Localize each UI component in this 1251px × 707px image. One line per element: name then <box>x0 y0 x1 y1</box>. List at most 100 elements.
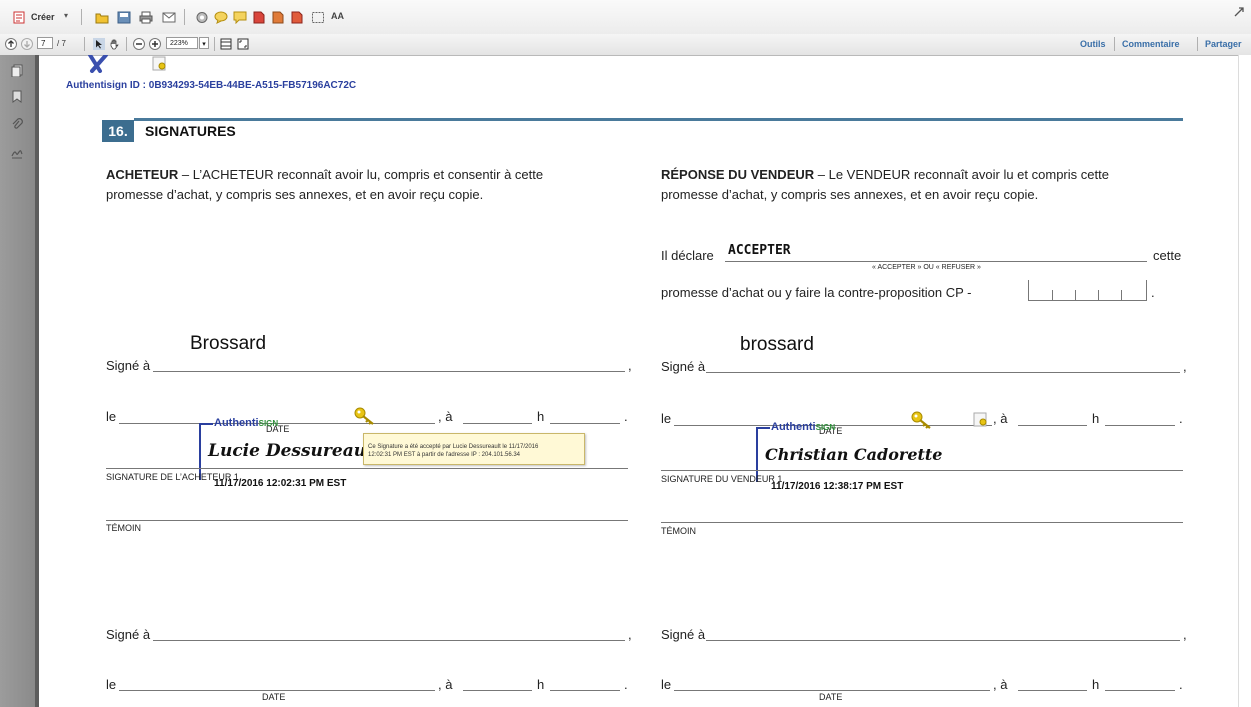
zoom-out-icon[interactable] <box>133 38 145 50</box>
date-caption: DATE <box>819 692 843 702</box>
key-icon[interactable] <box>353 406 377 426</box>
page-number-input[interactable]: 7 <box>37 37 53 49</box>
seller-text-1: – Le VENDEUR reconnaît avoir lu et compr… <box>814 167 1109 182</box>
declare-suffix: cette <box>1153 248 1182 263</box>
minute-line <box>550 423 620 424</box>
seller-signature[interactable]: Christian Cadorette <box>765 445 942 464</box>
period: . <box>1179 411 1183 426</box>
pdf3-icon[interactable] <box>290 11 304 24</box>
zoom-input[interactable]: 223% <box>166 37 198 49</box>
chevron-down-icon[interactable]: ▾ <box>64 11 68 20</box>
key-icon[interactable] <box>910 410 934 430</box>
zoom-in-icon[interactable] <box>149 38 161 50</box>
signed-at-line <box>706 372 1180 373</box>
signed-at-label: Signé à <box>106 358 151 373</box>
seller-signature-label: SIGNATURE DU VENDEUR 1 <box>661 474 783 484</box>
period: . <box>624 677 628 692</box>
auth-bracket-top <box>199 423 213 425</box>
comment2-icon[interactable] <box>233 11 247 24</box>
hand-tool-icon[interactable] <box>109 38 121 50</box>
main-toolbar: Créer ▾ AA <box>0 0 1251 35</box>
expand-icon[interactable] <box>1233 6 1245 18</box>
select-tool-icon[interactable] <box>93 38 105 50</box>
settings-icon[interactable] <box>195 11 209 24</box>
attachment-icon[interactable] <box>11 118 23 131</box>
select-icon[interactable] <box>311 11 325 24</box>
cp-tick <box>1098 290 1099 300</box>
comma: , <box>1183 359 1187 374</box>
seller-text-2: promesse d’achat, y compris ses annexes,… <box>661 187 1039 202</box>
create-button[interactable]: Créer <box>31 12 55 22</box>
signed-at-line <box>153 371 625 372</box>
pdf2-icon[interactable] <box>271 11 285 24</box>
comment-icon[interactable] <box>214 11 228 24</box>
buyer-city-field[interactable]: Brossard <box>190 333 266 355</box>
seller-city-field[interactable]: brossard <box>740 334 814 356</box>
save-icon[interactable] <box>117 11 131 24</box>
buyer-signature[interactable]: Lucie Dessureault <box>208 441 380 461</box>
page-down-icon[interactable] <box>21 38 33 50</box>
fit-page-icon[interactable] <box>220 38 232 50</box>
section-number: 16. <box>102 120 134 142</box>
email-icon[interactable] <box>162 11 176 24</box>
document-status-icon[interactable] <box>152 56 167 71</box>
hour-label: h <box>537 677 545 692</box>
date-line <box>674 690 990 691</box>
signed-at-line <box>153 640 625 641</box>
hour-line <box>463 423 532 424</box>
print-icon[interactable] <box>139 11 153 24</box>
create-icon[interactable] <box>13 11 27 24</box>
date-le-label: le <box>661 411 672 426</box>
toolbar-divider <box>214 37 215 51</box>
text-size-icon[interactable]: AA <box>331 11 344 21</box>
open-icon[interactable] <box>95 11 109 24</box>
auth-blue-text: Authenti <box>771 421 816 433</box>
auth-green-text: SIGN <box>258 419 279 428</box>
authentisign-logo: AuthentiSIGN <box>771 421 835 433</box>
cp-number-field[interactable] <box>1028 280 1147 301</box>
declare-label: Il déclare <box>661 248 714 263</box>
buyer-heading: ACHETEUR <box>106 167 179 182</box>
signed-at-label: Signé à <box>661 627 706 642</box>
signature-line <box>661 470 1183 471</box>
signed-at-label: Signé à <box>661 359 706 374</box>
comment-link[interactable]: Commentaire <box>1122 39 1180 49</box>
pane-splitter[interactable] <box>35 55 39 707</box>
auth-bracket-top <box>756 427 770 429</box>
cp-period: . <box>1151 285 1155 300</box>
buyer-paragraph-line1: ACHETEUR – L’ACHETEUR reconnaît avoir lu… <box>106 167 543 182</box>
tools-link[interactable]: Outils <box>1080 39 1106 49</box>
seller-signature-timestamp: 11/17/2016 12:38:17 PM EST <box>771 481 904 492</box>
buyer-text-2: promesse d’achat, y compris ses annexes,… <box>106 187 484 202</box>
full-screen-icon[interactable] <box>237 38 249 50</box>
pages-icon[interactable] <box>11 64 23 77</box>
zoom-dropdown[interactable]: ▾ <box>199 37 209 49</box>
signature-line <box>106 468 628 469</box>
share-link[interactable]: Partager <box>1205 39 1242 49</box>
navigation-toolbar: 7 / 7 223% ▾ Outils Commentaire Partager <box>0 34 1251 56</box>
section-title: SIGNATURES <box>145 123 236 139</box>
hour-label: h <box>1092 677 1100 692</box>
bookmarks-icon[interactable] <box>11 90 23 103</box>
at-label: , à <box>993 411 1008 426</box>
page-up-icon[interactable] <box>5 38 17 50</box>
hour-line <box>1018 425 1087 426</box>
witness-label: TÉMOIN <box>106 523 141 533</box>
toolbar-divider <box>126 37 127 51</box>
buyer-text-1: – L’ACHETEUR reconnaît avoir lu, compris… <box>178 167 544 182</box>
right-margin <box>1238 55 1251 707</box>
witness-line <box>661 522 1183 523</box>
signatures-icon[interactable] <box>11 147 23 160</box>
cp-tick <box>1075 290 1076 300</box>
period: . <box>1179 677 1183 692</box>
pdf-icon[interactable] <box>252 11 266 24</box>
hour-line <box>1018 690 1087 691</box>
auth-blue-text: Authenti <box>214 417 259 429</box>
declare-field[interactable]: ACCEPTER <box>728 243 791 258</box>
document-status-icon[interactable] <box>973 412 988 427</box>
date-line <box>119 690 435 691</box>
comma: , <box>628 358 632 373</box>
period: . <box>624 409 628 424</box>
tooltip-line2: 12:02:31 PM EST à partir de l'adresse IP… <box>368 452 521 458</box>
section-rule <box>134 118 1183 121</box>
